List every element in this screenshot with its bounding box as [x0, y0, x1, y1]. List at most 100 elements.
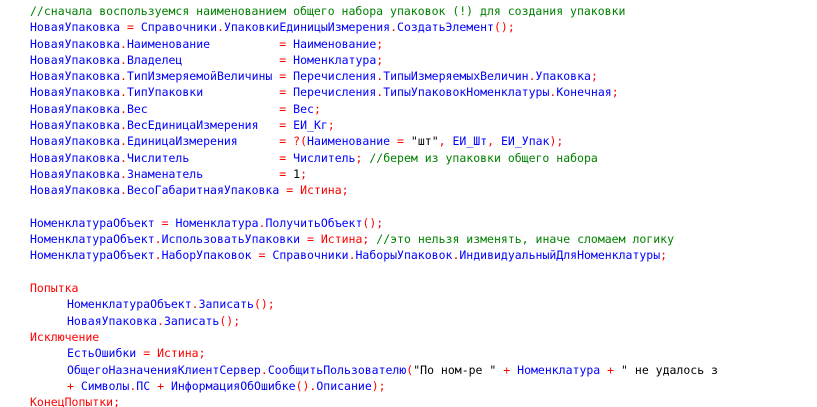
code-token: ПС: [136, 378, 151, 393]
code-token: ИспользоватьУпаковки: [161, 232, 301, 247]
code-line[interactable]: Исключение: [0, 329, 817, 345]
code-token: Номенклатура: [175, 215, 259, 230]
code-line[interactable]: НоваяУпаковка.Знаменатель = 1;: [0, 166, 817, 182]
code-token: ПолучитьОбъект: [265, 215, 363, 230]
code-token: ;: [341, 183, 349, 198]
code-token: .: [260, 362, 268, 377]
code-token: Номенклатура: [293, 52, 377, 67]
code-token: Записать: [163, 313, 220, 328]
code-line[interactable]: НоваяУпаковка.ЕдиницаИзмерения = ?(Наиме…: [0, 133, 817, 149]
code-token: ().: [295, 378, 317, 393]
code-line[interactable]: НоваяУпаковка.Владелец = Номенклатура;: [0, 52, 817, 68]
code-token: Справочники: [140, 20, 217, 35]
code-token: //сначала воспользуемся наименованием об…: [30, 4, 626, 18]
code-line[interactable]: НоменклатураОбъект.Записать();: [0, 296, 817, 312]
code-token: НоваяУпаковка: [30, 85, 121, 100]
code-token: +: [157, 378, 165, 393]
code-token: Конечная: [556, 85, 612, 100]
code-line[interactable]: НоваяУпаковка.Наименование = Наименовани…: [0, 36, 817, 52]
code-token: ;: [327, 118, 335, 133]
code-token: Наименование: [307, 134, 391, 149]
code-token: СоздатьЭлемент: [397, 20, 494, 35]
code-token: Знаменатель: [126, 166, 204, 181]
code-token: НаборУпаковок: [161, 248, 252, 263]
code-token: ;: [313, 101, 321, 116]
code-line[interactable]: ОбщегоНазначенияКлиентСервер.СообщитьПол…: [0, 362, 817, 378]
code-token: НоменклатураОбъект: [30, 248, 155, 263]
code-line[interactable]: //сначала воспользуемся наименованием об…: [0, 3, 817, 19]
code-token: Наименование: [126, 36, 211, 51]
code-token: НоваяУпаковка: [30, 36, 121, 51]
code-token: Наименование: [293, 36, 377, 51]
code-line[interactable]: НоваяУпаковка.ВесЕдиницаИзмерения = ЕИ_К…: [0, 117, 817, 133]
code-token: НоменклатураОбъект: [30, 232, 155, 247]
code-line[interactable]: [0, 264, 817, 280]
code-token: Истина: [157, 346, 199, 361]
code-token: Числитель: [293, 150, 356, 165]
code-line[interactable]: НоваяУпаковка.Записать();: [0, 313, 817, 329]
code-line[interactable]: НоменклатураОбъект.ИспользоватьУпаковки …: [0, 231, 817, 247]
code-token: НоваяУпаковка: [30, 69, 121, 84]
code-token: "По ном-ре ": [413, 362, 497, 377]
code-token: НоменклатураОбъект: [30, 215, 155, 230]
code-token: .: [348, 248, 356, 263]
code-token: ,: [438, 134, 446, 149]
code-token: ;: [590, 69, 598, 84]
code-editor[interactable]: //сначала воспользуемся наименованием об…: [0, 0, 817, 407]
code-token: Вес: [293, 101, 314, 116]
code-line[interactable]: НоваяУпаковка.ТипИзмеряемойВеличины = Пе…: [0, 68, 817, 84]
code-token: =: [161, 215, 169, 230]
code-token: .: [120, 85, 127, 100]
code-line[interactable]: НоваяУпаковка.ВесоГабаритнаяУпаковка = И…: [0, 182, 817, 198]
code-line[interactable]: НоваяУпаковка = Справочники.УпаковкиЕдин…: [0, 19, 817, 35]
code-token: ИнформацияОбОшибке: [170, 378, 296, 393]
code-token: Описание: [316, 378, 372, 393]
code-token: ТипИзмеряемойВеличины: [126, 69, 273, 84]
code-token: //это нельзя изменять, иначе сломаем лог…: [376, 232, 674, 247]
code-token: ;: [300, 166, 308, 181]
code-token: );: [549, 134, 564, 149]
code-line[interactable]: Попытка: [0, 280, 817, 296]
code-line[interactable]: НоменклатураОбъект.НаборУпаковок = Справ…: [0, 247, 817, 263]
code-token: ;: [611, 85, 619, 100]
code-token: .: [157, 313, 164, 328]
code-token: ОбщегоНазначенияКлиентСервер: [67, 362, 261, 377]
code-line[interactable]: НоваяУпаковка.Вес = Вес;: [0, 101, 817, 117]
code-line[interactable]: НоменклатураОбъект = Номенклатура.Получи…: [0, 215, 817, 231]
code-token: .: [120, 69, 127, 84]
code-line[interactable]: + Символы.ПС + ИнформацияОбОшибке().Опис…: [0, 378, 817, 394]
code-token: НоменклатураОбъект: [67, 297, 192, 312]
code-line[interactable]: НоваяУпаковка.ТипУпаковки = Перечисления…: [0, 84, 817, 100]
code-token: ;: [113, 395, 121, 407]
code-token: Записать: [198, 297, 254, 312]
code-token: ;: [198, 346, 206, 361]
code-token: Владелец: [126, 52, 183, 67]
code-token: ЕИ_Кг: [293, 118, 328, 133]
code-line[interactable]: КонецПопытки;: [0, 394, 817, 407]
code-token: НоваяУпаковка: [30, 20, 121, 35]
code-token: .: [528, 69, 536, 84]
code-token: НоваяУпаковка: [30, 118, 121, 133]
code-token: .: [120, 150, 127, 165]
code-line[interactable]: [0, 199, 817, 215]
code-token: Перечисления: [293, 85, 377, 100]
code-token: ();: [219, 313, 241, 328]
code-token: ();: [362, 215, 384, 230]
code-token: .: [120, 101, 127, 116]
code-token: .: [120, 36, 127, 51]
code-token: НаборыУпаковок: [355, 248, 453, 263]
code-token: СообщитьПользователю: [267, 362, 407, 377]
code-line[interactable]: ЕстьОшибки = Истина;: [0, 345, 817, 361]
code-line[interactable]: НоваяУпаковка.Числитель = Числитель; //б…: [0, 150, 817, 166]
code-token: =: [126, 20, 134, 35]
